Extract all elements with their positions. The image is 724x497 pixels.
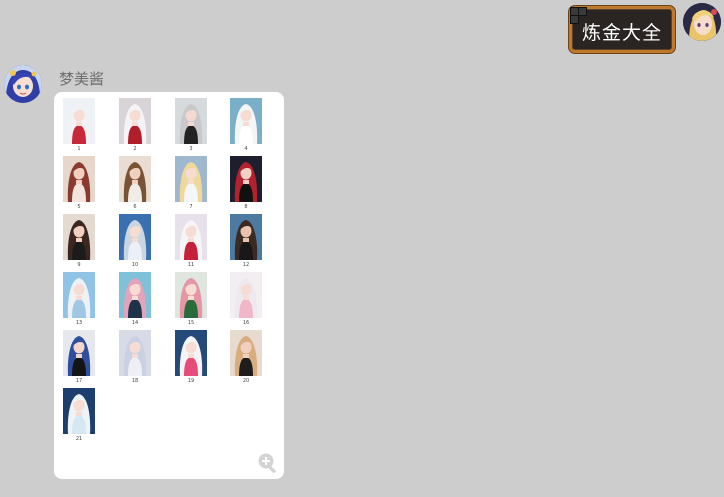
- image-thumbnail[interactable]: 21: [63, 388, 95, 442]
- sender-avatar[interactable]: [4, 65, 42, 103]
- bubble-corner-decoration: [578, 7, 587, 16]
- image-message-card[interactable]: 1 2 3 4 5 6 7 8 9 10 11 12 13 14 15 16 17 18 19 20 21: [54, 92, 284, 479]
- thumbnail-image[interactable]: [230, 98, 262, 144]
- thumbnail-number: 13: [75, 320, 83, 326]
- thumbnail-image[interactable]: [63, 98, 95, 144]
- user-avatar[interactable]: [683, 3, 721, 41]
- thumbnail-number: 16: [242, 320, 250, 326]
- thumbnail-image[interactable]: [63, 388, 95, 434]
- thumbnail-number: 21: [75, 436, 83, 442]
- thumbnail-image[interactable]: [175, 214, 207, 260]
- image-thumbnail[interactable]: 12: [230, 214, 262, 268]
- thumbnail-number: 1: [77, 146, 81, 152]
- image-thumbnail[interactable]: 4: [230, 98, 262, 152]
- thumbnail-number: 7: [189, 204, 193, 210]
- image-thumbnail[interactable]: 3: [175, 98, 207, 152]
- image-thumbnail[interactable]: 1: [63, 98, 95, 152]
- thumbnail-image[interactable]: [230, 330, 262, 376]
- image-thumbnail[interactable]: 8: [230, 156, 262, 210]
- thumbnail-image[interactable]: [175, 156, 207, 202]
- thumbnail-image[interactable]: [175, 98, 207, 144]
- image-thumbnail[interactable]: 14: [119, 272, 151, 326]
- thumbnail-image[interactable]: [230, 272, 262, 318]
- thumbnail-image[interactable]: [119, 330, 151, 376]
- chat-view: 炼金大全 梦美酱 1 2 3 4 5 6 7 8 9 10 11 12 13 14 15: [0, 0, 724, 497]
- thumbnail-number: 3: [189, 146, 193, 152]
- thumbnail-number: 15: [187, 320, 195, 326]
- thumbnail-image[interactable]: [175, 330, 207, 376]
- outgoing-message-bubble[interactable]: 炼金大全: [569, 6, 675, 53]
- thumbnail-number: 11: [187, 262, 195, 268]
- image-thumbnail[interactable]: 9: [63, 214, 95, 268]
- thumbnail-number: 5: [77, 204, 81, 210]
- thumbnail-image[interactable]: [175, 272, 207, 318]
- thumbnail-number: 6: [133, 204, 137, 210]
- thumbnail-number: 12: [242, 262, 250, 268]
- image-thumbnail[interactable]: 7: [175, 156, 207, 210]
- image-thumbnail[interactable]: 17: [63, 330, 95, 384]
- thumbnail-number: 14: [131, 320, 139, 326]
- thumbnail-image[interactable]: [63, 156, 95, 202]
- image-thumbnail[interactable]: 19: [175, 330, 207, 384]
- thumbnail-image[interactable]: [119, 156, 151, 202]
- thumbnail-image[interactable]: [119, 98, 151, 144]
- thumbnail-number: 17: [75, 378, 83, 384]
- thumbnail-image[interactable]: [230, 214, 262, 260]
- thumbnail-image[interactable]: [230, 156, 262, 202]
- image-thumbnail[interactable]: 5: [63, 156, 95, 210]
- thumbnail-number: 8: [244, 204, 248, 210]
- sender-name: 梦美酱: [59, 70, 105, 88]
- thumbnail-number: 2: [133, 146, 137, 152]
- thumbnail-number: 9: [77, 262, 81, 268]
- image-thumbnail[interactable]: 2: [119, 98, 151, 152]
- image-thumbnail[interactable]: 20: [230, 330, 262, 384]
- thumbnail-image[interactable]: [63, 330, 95, 376]
- image-thumbnail[interactable]: 11: [175, 214, 207, 268]
- thumbnail-image[interactable]: [119, 272, 151, 318]
- thumbnail-number: 20: [242, 378, 250, 384]
- thumbnail-number: 4: [244, 146, 248, 152]
- thumbnail-number: 10: [131, 262, 139, 268]
- image-thumbnail[interactable]: 18: [119, 330, 151, 384]
- thumbnail-image[interactable]: [63, 214, 95, 260]
- image-thumbnail[interactable]: 16: [230, 272, 262, 326]
- thumbnail-number: 18: [131, 378, 139, 384]
- thumbnail-number: 19: [187, 378, 195, 384]
- image-thumbnail[interactable]: 6: [119, 156, 151, 210]
- outgoing-message-text: 炼金大全: [581, 22, 662, 44]
- image-thumbnail[interactable]: 15: [175, 272, 207, 326]
- zoom-in-icon[interactable]: [257, 452, 279, 474]
- image-thumbnail[interactable]: 10: [119, 214, 151, 268]
- thumbnail-image[interactable]: [119, 214, 151, 260]
- thumbnail-image[interactable]: [63, 272, 95, 318]
- image-thumbnail[interactable]: 13: [63, 272, 95, 326]
